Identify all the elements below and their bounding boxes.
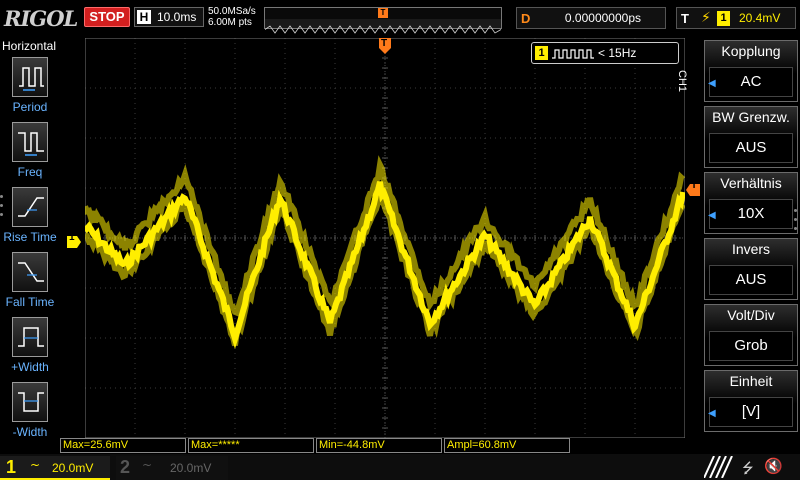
unit-value: [V]	[709, 397, 793, 427]
measurement-item[interactable]: Max=*****	[188, 438, 314, 453]
timebase-letter: H	[137, 10, 151, 24]
measure-positive-width-button[interactable]: +Width	[0, 317, 60, 381]
invert-title: Invers	[731, 241, 771, 257]
ch2-status-tab[interactable]: 2 ~ 20.0mV	[116, 456, 228, 480]
delay-letter: D	[521, 11, 531, 26]
ch1-offset-marker-label: 1	[69, 232, 75, 243]
unit-title: Einheit	[729, 373, 773, 389]
stripe-decoration-icon	[704, 456, 733, 478]
trigger-position-marker: T	[378, 8, 388, 18]
timebase-value: 10.0ms	[157, 10, 197, 24]
coupling-arrow-icon: ◀	[708, 78, 716, 89]
top-status-bar: RIGOL STOP H 10.0ms 50.0MSa/s 6.00M pts …	[0, 0, 800, 36]
ch2-scale: 20.0mV	[170, 461, 212, 475]
trigger-box[interactable]: T ⚡ 1 20.4mV	[676, 7, 796, 29]
trigger-level: 20.4mV	[739, 11, 781, 25]
memory-position-bar[interactable]: T	[264, 7, 502, 34]
measurement-item[interactable]: Ampl=60.8mV	[444, 438, 570, 453]
negative-width-label: -Width	[12, 425, 48, 439]
ch2-number: 2	[120, 457, 131, 477]
rising-edge-icon: ⚡	[701, 10, 711, 26]
rise-time-icon	[12, 187, 48, 227]
square-wave-icon	[552, 49, 594, 59]
positive-width-label: +Width	[11, 360, 49, 374]
usb-icon: ⭍	[742, 461, 754, 477]
volt-div-title: Volt/Div	[727, 307, 775, 323]
channel-menu-tag: CH1	[676, 70, 688, 93]
channel-status-bar: 1 ~ 20.0mV 2 ~ 20.0mV ⭍ 🔇	[0, 454, 800, 480]
bandwidth-limit-menu-button[interactable]: BW Grenzw. AUS	[704, 106, 798, 168]
ch1-offset-marker[interactable]: 1	[67, 232, 81, 248]
fall-time-label: Fall Time	[5, 295, 55, 309]
acquisition-info: 50.0MSa/s 6.00M pts	[208, 6, 256, 28]
volt-div-value: Grob	[709, 331, 793, 361]
invert-menu-button[interactable]: Invers AUS	[704, 238, 798, 300]
rigol-logo: RIGOL	[4, 6, 78, 31]
freq-counter-value: < 15Hz	[598, 46, 637, 60]
coupling-title: Kopplung	[721, 43, 781, 59]
probe-ratio-menu-button[interactable]: Verhältnis 10X	[704, 172, 798, 234]
measurement-bar: Max=25.6mV Max=***** Min=-44.8mV Ampl=60…	[60, 438, 685, 454]
horizontal-measure-menu: Horizontal Period Freq Rise Time Fall Ti…	[0, 37, 60, 439]
period-label: Period	[12, 100, 48, 114]
memory-waveform-preview	[264, 25, 502, 34]
sound-muted-icon[interactable]: 🔇	[764, 457, 783, 475]
waveform-display[interactable]	[85, 38, 685, 438]
period-icon	[12, 57, 48, 97]
measure-rise-time-button[interactable]: Rise Time	[0, 187, 60, 251]
ch1-scale: 20.0mV	[52, 461, 94, 475]
ch1-number: 1	[6, 457, 17, 477]
memory-waveform-window	[264, 19, 502, 34]
ch1-status-tab[interactable]: 1 ~ 20.0mV	[0, 456, 110, 480]
probe-ratio-title: Verhältnis	[720, 175, 782, 191]
measure-period-button[interactable]: Period	[0, 57, 60, 121]
probe-ratio-arrow-icon: ◀	[708, 210, 716, 221]
frequency-icon	[12, 122, 48, 162]
trigger-source: 1	[717, 11, 730, 26]
left-menu-page-dots	[0, 195, 5, 225]
trigger-letter: T	[681, 11, 689, 26]
measurement-item[interactable]: Min=-44.8mV	[316, 438, 442, 453]
sample-rate: 50.0MSa/s	[208, 6, 256, 17]
trigger-level-marker-label: T	[691, 180, 698, 191]
trigger-time-marker[interactable]: T	[379, 38, 391, 54]
memory-depth: 6.00M pts	[208, 17, 252, 28]
measurement-item[interactable]: Max=25.6mV	[60, 438, 186, 453]
bandwidth-limit-title: BW Grenzw.	[712, 109, 790, 125]
ch1-waveform	[85, 155, 685, 349]
trigger-time-marker-label: T	[381, 38, 388, 49]
measure-fall-time-button[interactable]: Fall Time	[0, 252, 60, 316]
horizontal-delay-box[interactable]: D 0.00000000ps	[516, 7, 666, 29]
left-menu-title: Horizontal	[2, 39, 57, 53]
timebase-box[interactable]: H 10.0ms	[134, 7, 204, 27]
bandwidth-limit-value: AUS	[709, 133, 793, 163]
invert-value: AUS	[709, 265, 793, 295]
freq-label: Freq	[17, 165, 43, 179]
freq-counter-channel: 1	[535, 46, 548, 60]
frequency-counter: 1 < 15Hz	[531, 42, 679, 64]
coupling-menu-button[interactable]: Kopplung AC	[704, 40, 798, 102]
right-menu-page-dots	[794, 209, 798, 236]
unit-menu-button[interactable]: Einheit [V]	[704, 370, 798, 432]
volt-div-menu-button[interactable]: Volt/Div Grob	[704, 304, 798, 366]
measure-negative-width-button[interactable]: -Width	[0, 382, 60, 446]
rise-time-label: Rise Time	[3, 230, 57, 244]
negative-width-icon	[12, 382, 48, 422]
coupling-value: AC	[709, 67, 793, 97]
positive-width-icon	[12, 317, 48, 357]
probe-ratio-value: 10X	[709, 199, 793, 229]
unit-arrow-icon: ◀	[708, 408, 716, 419]
trigger-level-marker[interactable]: T	[686, 180, 700, 196]
ac-coupling-icon: ~	[30, 458, 41, 472]
measure-freq-button[interactable]: Freq	[0, 122, 60, 186]
fall-time-icon	[12, 252, 48, 292]
run-stop-indicator[interactable]: STOP	[84, 7, 130, 27]
ac-coupling-icon: ~	[142, 458, 153, 472]
delay-value: 0.00000000ps	[564, 11, 641, 25]
